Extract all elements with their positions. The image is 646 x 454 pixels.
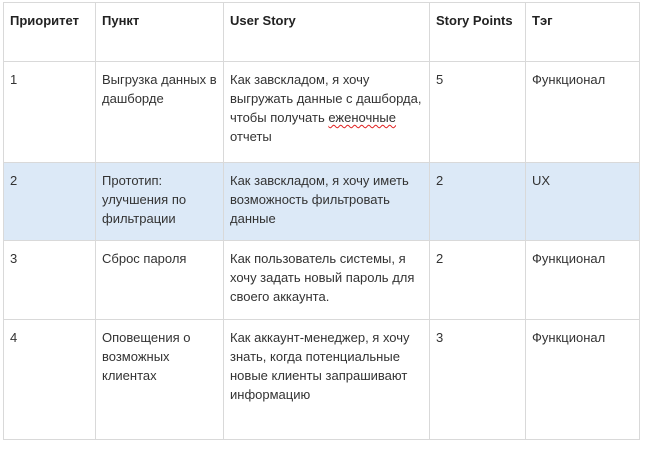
table-row-highlighted: 2 Прототип: улучшения по фильтрации Как …: [3, 162, 640, 241]
item-cell: Прототип: улучшения по фильтрации: [95, 162, 224, 241]
priority-cell: 2: [3, 162, 96, 241]
tag-cell: UX: [525, 162, 640, 241]
table-row: 1 Выгрузка данных в дашборде Как завскла…: [3, 61, 640, 163]
header-user-story: User Story: [223, 2, 430, 62]
table-row: 3 Сброс пароля Как пользователь системы,…: [3, 240, 640, 320]
item-cell: Оповещения о возможных клиентах: [95, 319, 224, 440]
user-story-text-end: отчеты: [230, 129, 272, 144]
priority-cell: 4: [3, 319, 96, 440]
tag-cell: Функционал: [525, 319, 640, 440]
misspelled-word[interactable]: еженочные: [328, 110, 396, 125]
priority-cell: 1: [3, 61, 96, 163]
item-cell: Выгрузка данных в дашборде: [95, 61, 224, 163]
tag-cell: Функционал: [525, 240, 640, 320]
story-points-cell: 2: [429, 240, 526, 320]
user-story-cell: Как завскладом, я хочу выгружать данные …: [223, 61, 430, 163]
table-row: 4 Оповещения о возможных клиентах Как ак…: [3, 319, 640, 440]
story-points-cell: 3: [429, 319, 526, 440]
header-row: Приоритет Пункт User Story Story Points …: [3, 2, 640, 62]
user-story-cell: Как пользователь системы, я хочу задать …: [223, 240, 430, 320]
tag-cell: Функционал: [525, 61, 640, 163]
header-item: Пункт: [95, 2, 224, 62]
story-points-cell: 2: [429, 162, 526, 241]
header-tag: Тэг: [525, 2, 640, 62]
user-story-cell: Как завскладом, я хочу иметь возможность…: [223, 162, 430, 241]
story-points-cell: 5: [429, 61, 526, 163]
user-story-cell: Как аккаунт-менеджер, я хочу знать, когд…: [223, 319, 430, 440]
backlog-table: Приоритет Пункт User Story Story Points …: [3, 2, 640, 440]
item-cell: Сброс пароля: [95, 240, 224, 320]
priority-cell: 3: [3, 240, 96, 320]
header-story-points: Story Points: [429, 2, 526, 62]
header-priority: Приоритет: [3, 2, 96, 62]
